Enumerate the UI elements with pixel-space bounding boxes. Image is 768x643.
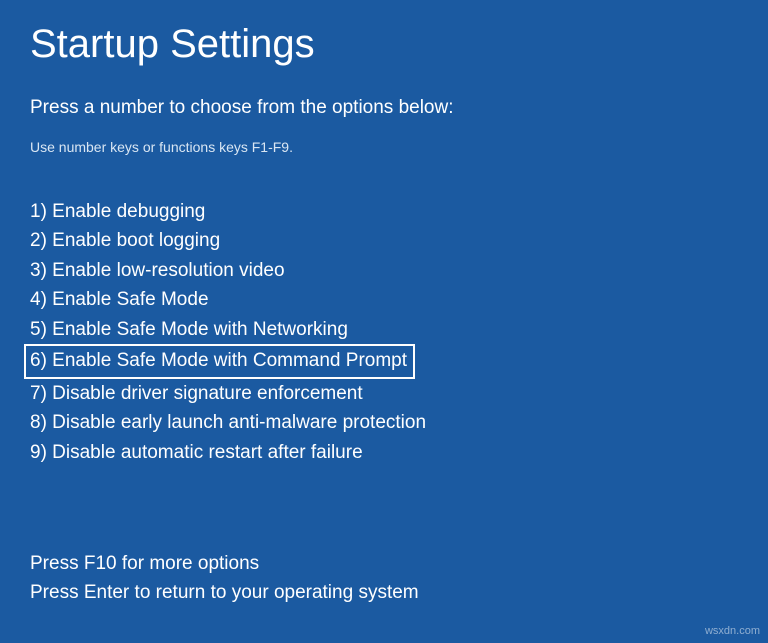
- watermark: wsxdn.com: [705, 625, 760, 637]
- option-7[interactable]: 7) Disable driver signature enforcement: [30, 379, 363, 408]
- instruction-subtitle: Press a number to choose from the option…: [30, 97, 738, 119]
- option-4[interactable]: 4) Enable Safe Mode: [30, 285, 209, 314]
- footer-more-options: Press F10 for more options: [30, 550, 419, 579]
- option-1[interactable]: 1) Enable debugging: [30, 197, 205, 226]
- options-list: 1) Enable debugging2) Enable boot loggin…: [30, 197, 738, 467]
- page-title: Startup Settings: [30, 22, 738, 67]
- footer-instructions: Press F10 for more options Press Enter t…: [30, 550, 419, 607]
- option-5[interactable]: 5) Enable Safe Mode with Networking: [30, 315, 348, 344]
- footer-return: Press Enter to return to your operating …: [30, 579, 419, 608]
- option-3[interactable]: 3) Enable low-resolution video: [30, 256, 285, 285]
- key-hint: Use number keys or functions keys F1-F9.: [30, 139, 738, 155]
- option-6[interactable]: 6) Enable Safe Mode with Command Prompt: [24, 344, 415, 378]
- option-8[interactable]: 8) Disable early launch anti-malware pro…: [30, 408, 426, 437]
- option-9[interactable]: 9) Disable automatic restart after failu…: [30, 438, 363, 467]
- option-2[interactable]: 2) Enable boot logging: [30, 226, 220, 255]
